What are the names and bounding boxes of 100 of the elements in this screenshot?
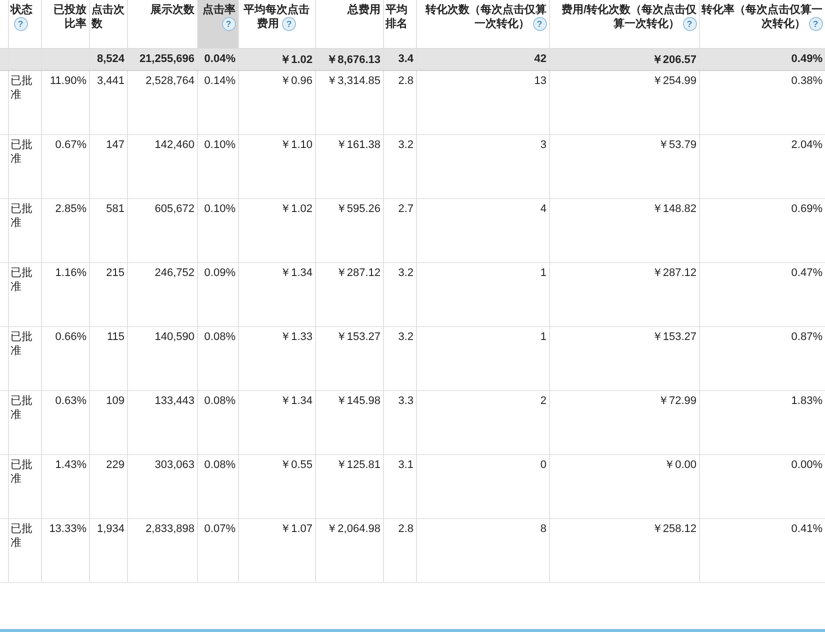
table-cell: 0.47%	[791, 266, 822, 278]
table-cell: ￥0.00	[664, 458, 696, 470]
table-cell: ￥153.27	[652, 330, 696, 342]
table-cell: ￥287.12	[336, 266, 380, 278]
table-cell: ￥254.99	[652, 74, 696, 86]
table-cell: ￥153.27	[336, 330, 380, 342]
table-cell: 1.83%	[791, 394, 822, 406]
table-cell: 2.7	[398, 202, 414, 214]
table-cell: 1.16%	[55, 266, 86, 278]
column-header[interactable]: 平均排名	[383, 0, 416, 48]
table-cell: 2.8	[398, 522, 414, 534]
table-cell: ￥0.96	[280, 74, 312, 86]
table-cell: 140,590	[154, 330, 194, 342]
table-cell: 3.2	[398, 330, 414, 342]
table-cell: ￥1.34	[280, 394, 312, 406]
table-cell: 0.00%	[791, 458, 822, 470]
table-cell: ￥1.34	[280, 266, 312, 278]
table-cell: 0.41%	[791, 522, 822, 534]
table-cell: 2.04%	[791, 138, 822, 150]
table-cell: ￥125.81	[336, 458, 380, 470]
table-cell: 0.87%	[791, 330, 822, 342]
table-cell: 11.90%	[50, 74, 86, 86]
table-cell: 0.08%	[204, 394, 236, 406]
table-cell: 3,441	[96, 74, 124, 86]
table-cell: 109	[106, 394, 124, 406]
table-cell: 605,672	[154, 202, 194, 214]
table-cell: 3	[540, 138, 546, 150]
column-header[interactable]: 费用/转化次数（每次点击仅算一次转化） ?	[549, 0, 699, 48]
table-cell: 已批准	[10, 202, 32, 228]
total-cell: 42	[534, 53, 546, 65]
table-cell: 0	[540, 458, 546, 470]
table-cell: 0.67%	[55, 138, 86, 150]
total-cell: ￥1.02	[280, 54, 312, 66]
column-header[interactable]: 转化率（每次点击仅算一次转化） ?	[699, 0, 825, 48]
table-cell: ￥145.98	[336, 394, 380, 406]
table-cell: 142,460	[154, 138, 194, 150]
column-header[interactable]: 已投放比率	[41, 0, 89, 48]
table-cell: 已批准	[10, 74, 32, 100]
table-cell: ￥1.10	[280, 138, 312, 150]
total-cell: ￥206.57	[652, 54, 696, 66]
total-cell: 0.04%	[204, 53, 236, 65]
table-cell: ￥3,314.85	[326, 74, 380, 86]
table-cell: 1,934	[96, 522, 124, 534]
table-cell: 0.07%	[204, 522, 236, 534]
column-header[interactable]: 状态 ?	[8, 0, 41, 48]
column-header[interactable]: 总费用	[315, 0, 383, 48]
table-cell: ￥287.12	[652, 266, 696, 278]
table-cell: 0.10%	[204, 202, 236, 214]
column-header[interactable]: 展示次数	[127, 0, 197, 48]
table-cell: 215	[106, 266, 124, 278]
table-cell: 已批准	[10, 138, 32, 164]
table-cell: ￥0.55	[280, 458, 312, 470]
table-cell: 133,443	[154, 394, 194, 406]
table-cell: ￥1.07	[280, 522, 312, 534]
total-cell: 21,255,696	[139, 53, 194, 65]
column-header[interactable]: 平均每次点击费用 ?	[238, 0, 315, 48]
table-cell: 0.38%	[791, 74, 822, 86]
table-cell: 已批准	[10, 522, 32, 548]
table-cell: ￥148.82	[652, 202, 696, 214]
table-cell: 1	[540, 266, 546, 278]
total-cell: ￥8,676.13	[326, 54, 380, 66]
table-cell: 229	[106, 458, 124, 470]
table-cell: 303,063	[154, 458, 194, 470]
table-cell: 0.08%	[204, 458, 236, 470]
table-cell: 581	[106, 202, 124, 214]
table-cell: 246,752	[154, 266, 194, 278]
column-header[interactable]: 点击率 ?	[197, 0, 238, 48]
column-header[interactable]: 点击次数	[89, 0, 127, 48]
table-cell: 2.8	[398, 74, 414, 86]
table-cell: 3.3	[398, 394, 414, 406]
table-cell: 13	[534, 74, 546, 86]
table-cell: 2.85%	[55, 202, 86, 214]
table-cell: ￥72.99	[658, 394, 696, 406]
table-cell: 8	[540, 522, 546, 534]
table-cell: 2,833,898	[146, 522, 194, 534]
table-cell: ￥2,064.98	[326, 522, 380, 534]
table-cell: 0.14%	[204, 74, 236, 86]
table-cell: 2,528,764	[146, 74, 194, 86]
table-cell: 已批准	[10, 330, 32, 356]
table-cell: ￥1.33	[280, 330, 312, 342]
table-cell: ￥53.79	[658, 138, 696, 150]
column-header[interactable]: 转化次数（每次点击仅算一次转化） ?	[416, 0, 549, 48]
table-cell: ￥258.12	[652, 522, 696, 534]
table-cell: ￥1.02	[280, 202, 312, 214]
table-cell: 已批准	[10, 458, 32, 484]
table-cell: 147	[106, 138, 124, 150]
table-cell: 0.63%	[55, 394, 86, 406]
table-cell: ￥161.38	[336, 138, 380, 150]
total-cell: 3.4	[398, 53, 414, 65]
total-cell: 8,524	[96, 53, 124, 65]
table-cell: 0.08%	[204, 330, 236, 342]
table-cell: 0.69%	[791, 202, 822, 214]
total-cell: 0.49%	[791, 53, 822, 65]
table-cell: ￥595.26	[336, 202, 380, 214]
table-cell: 1.43%	[55, 458, 86, 470]
table-cell: 4	[540, 202, 546, 214]
table-cell: 0.66%	[55, 330, 86, 342]
table-cell: 3.2	[398, 138, 414, 150]
table-cell: 1	[540, 330, 546, 342]
table-cell: 3.2	[398, 266, 414, 278]
